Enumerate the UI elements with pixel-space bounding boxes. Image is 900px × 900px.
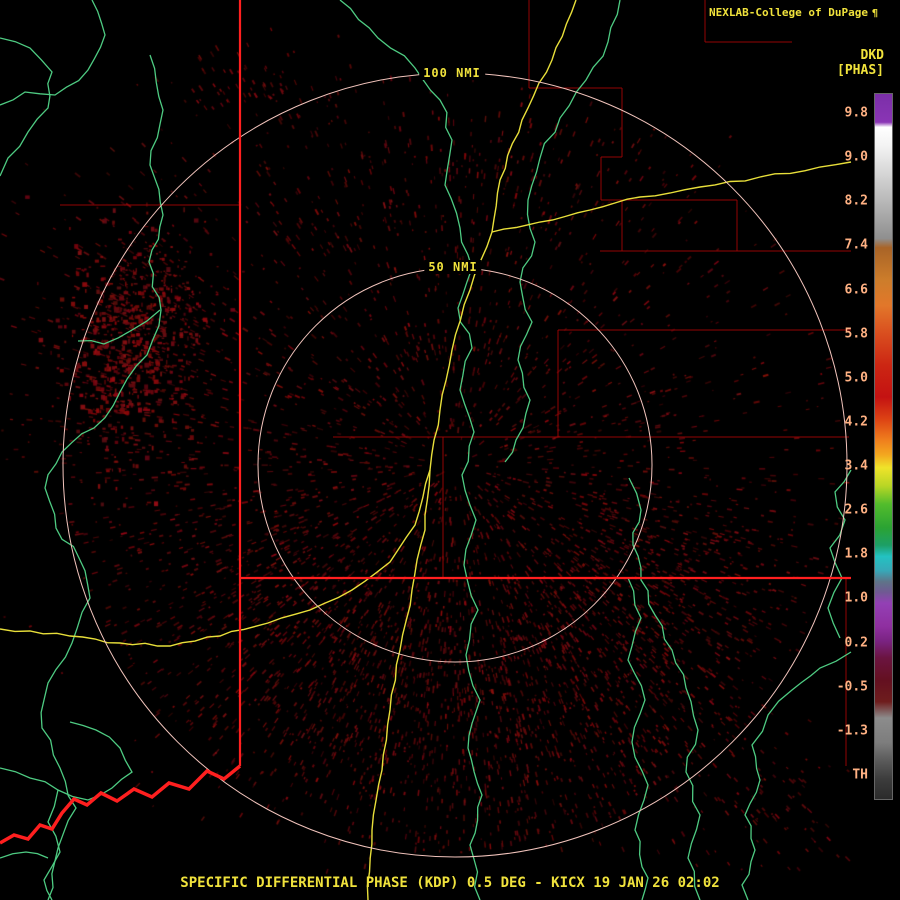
highway — [491, 161, 852, 233]
river — [628, 477, 701, 900]
river — [339, 0, 483, 900]
river — [40, 54, 164, 900]
units-label: [PHAS] — [837, 63, 884, 78]
range-ring-50nmi — [257, 267, 653, 663]
product-caption: SPECIFIC DIFFERENTIAL PHASE (KDP) 0.5 DE… — [180, 875, 720, 891]
river — [827, 469, 852, 639]
map-overlay — [0, 0, 852, 900]
range-ring-label-50nmi: 50 NMI — [424, 260, 482, 274]
station-credit: NEXLAB-College of DuPage ¶ — [709, 6, 878, 19]
range-ring-100nmi — [62, 72, 848, 858]
river — [741, 651, 852, 900]
river — [0, 851, 49, 859]
river — [77, 309, 161, 345]
range-ring-label-100nmi: 100 NMI — [419, 66, 485, 80]
cod-logo-icon: ¶ — [871, 8, 878, 19]
radar-display: 100 NMI 50 NMI NEXLAB-College of DuPage ¶… — [0, 0, 900, 900]
river — [0, 0, 106, 106]
river — [627, 577, 649, 900]
product-code: DKD — [860, 48, 884, 63]
highway — [0, 0, 577, 647]
colorbar — [874, 93, 893, 800]
station-credit-text: NEXLAB-College of DuPage — [709, 6, 868, 19]
river — [504, 0, 621, 463]
state-border-river — [0, 764, 242, 845]
river — [0, 721, 133, 801]
river — [0, 37, 53, 177]
highway — [366, 469, 431, 900]
